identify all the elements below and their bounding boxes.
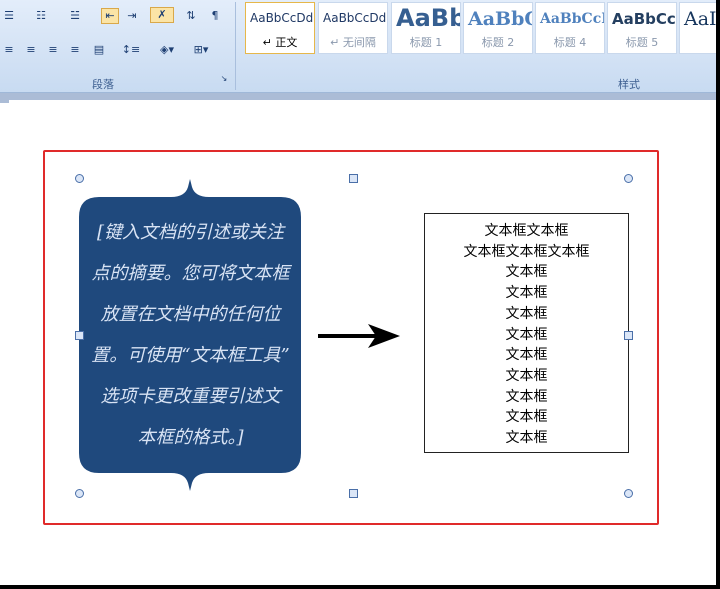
text-box-line: 文本框文本框文本框: [463, 243, 590, 260]
style-name: ↵ 正文: [262, 36, 298, 49]
pull-quote-text[interactable]: [键入文档的引述或关注 点的摘要。您可将文本框 放置在文档中的任何位 置。可使用“文本…: [88, 212, 293, 458]
text-box-line: 文本框: [505, 388, 548, 405]
pull-quote-line: 本框的格式。]: [137, 427, 244, 448]
justify-icon[interactable]: ≡: [66, 42, 84, 58]
multilevel-list-icon[interactable]: ☱: [66, 8, 84, 24]
resize-handle[interactable]: [349, 174, 358, 183]
shading-icon[interactable]: ◈▾: [152, 42, 182, 58]
text-box-line: 文本框: [505, 367, 548, 384]
align-left-icon[interactable]: ≡: [0, 42, 18, 58]
style-name: 标题 5: [625, 36, 659, 49]
text-box-line: 文本框: [505, 347, 548, 364]
pull-quote-line: 放置在文档中的任何位: [100, 304, 281, 325]
sort-icon[interactable]: ⇅: [182, 8, 200, 24]
pull-quote-line: [键入文档的引述或关注: [96, 222, 285, 243]
decrease-indent-icon[interactable]: ⇤: [101, 8, 119, 24]
group-divider: [235, 2, 236, 90]
bullets-icon[interactable]: ☰: [0, 8, 18, 24]
increase-indent-icon[interactable]: ⇥: [123, 8, 141, 24]
text-box-line: 文本框: [505, 305, 548, 322]
text-box-line: 文本框: [505, 326, 548, 343]
line-spacing-icon[interactable]: ↕≡: [118, 42, 144, 58]
style-heading-2[interactable]: AaBbC 标题 2: [463, 2, 533, 54]
resize-handle[interactable]: [75, 331, 84, 340]
distributed-icon[interactable]: ▤: [90, 42, 108, 58]
text-box-line: 文本框: [505, 430, 548, 447]
numbering-icon[interactable]: ☷: [32, 8, 50, 24]
style-name: ↵ 无间隔: [330, 36, 376, 49]
style-heading-4[interactable]: AaBbCcI 标题 4: [535, 2, 605, 54]
paragraph-dialog-launcher-icon[interactable]: ↘: [219, 74, 229, 84]
style-sample: AaI: [684, 8, 716, 30]
ribbon: ☰ ☷ ☱ ⇤ ⇥ ✗ ⇅ ¶ ≡ ≡ ≡ ≡ ▤ ↕≡ ◈▾ ⊞▾ 段落 ↘ …: [0, 0, 716, 93]
text-box-content[interactable]: 文本框文本框 文本框文本框文本框 文本框 文本框 文本框 文本框 文本框 文本框 文本框 文本框文…: [425, 221, 628, 449]
align-center-icon[interactable]: ≡: [22, 42, 40, 58]
align-right-icon[interactable]: ≡: [44, 42, 62, 58]
style-name: 标题 1: [409, 36, 443, 49]
pull-quote-line: 置。可使用“文本框工具”: [91, 345, 290, 366]
text-box-line: 文本框: [505, 409, 548, 426]
style-normal[interactable]: AaBbCcDd ↵ 正文: [245, 2, 315, 54]
style-sample: AaBbC: [468, 8, 533, 30]
resize-handle[interactable]: [349, 489, 358, 498]
resize-handle[interactable]: [75, 174, 84, 183]
style-no-spacing[interactable]: AaBbCcDd ↵ 无间隔: [318, 2, 388, 54]
paragraph-group-title: 段落: [92, 78, 114, 91]
style-heading-1[interactable]: AaBb 标题 1: [391, 2, 461, 54]
word-window: ☰ ☷ ☱ ⇤ ⇥ ✗ ⇅ ¶ ≡ ≡ ≡ ≡ ▤ ↕≡ ◈▾ ⊞▾ 段落 ↘ …: [0, 0, 716, 585]
chinese-layout-icon[interactable]: ✗: [150, 7, 174, 23]
style-sample: AaBb: [396, 4, 461, 32]
text-box-line: 文本框: [505, 264, 548, 281]
borders-icon[interactable]: ⊞▾: [188, 42, 214, 58]
style-title[interactable]: AaI: [679, 2, 716, 54]
pull-quote-line: 选项卡更改重要引述文: [100, 386, 281, 407]
resize-handle[interactable]: [624, 331, 633, 340]
styles-group-title: 样式: [618, 78, 640, 91]
style-name: 标题 4: [553, 36, 587, 49]
style-sample: AaBbCcDd: [323, 11, 387, 25]
text-box[interactable]: 文本框文本框 文本框文本框文本框 文本框 文本框 文本框 文本框 文本框 文本框 文本框 文本框文…: [424, 213, 629, 453]
resize-handle[interactable]: [624, 489, 633, 498]
resize-handle[interactable]: [75, 489, 84, 498]
style-sample: AaBbCcI: [540, 11, 605, 27]
show-marks-icon[interactable]: ¶: [206, 8, 224, 24]
pull-quote-line: 点的摘要。您可将文本框: [91, 263, 290, 284]
right-arrow-icon: [318, 324, 400, 348]
text-box-line: 文本框文本框: [484, 223, 569, 239]
style-heading-5[interactable]: AaBbCc 标题 5: [607, 2, 677, 54]
style-name: 标题 2: [481, 36, 515, 49]
style-sample: AaBbCcDd: [250, 11, 314, 25]
style-sample: AaBbCc: [612, 10, 676, 28]
text-box-line: 文本框: [505, 285, 548, 302]
resize-handle[interactable]: [624, 174, 633, 183]
